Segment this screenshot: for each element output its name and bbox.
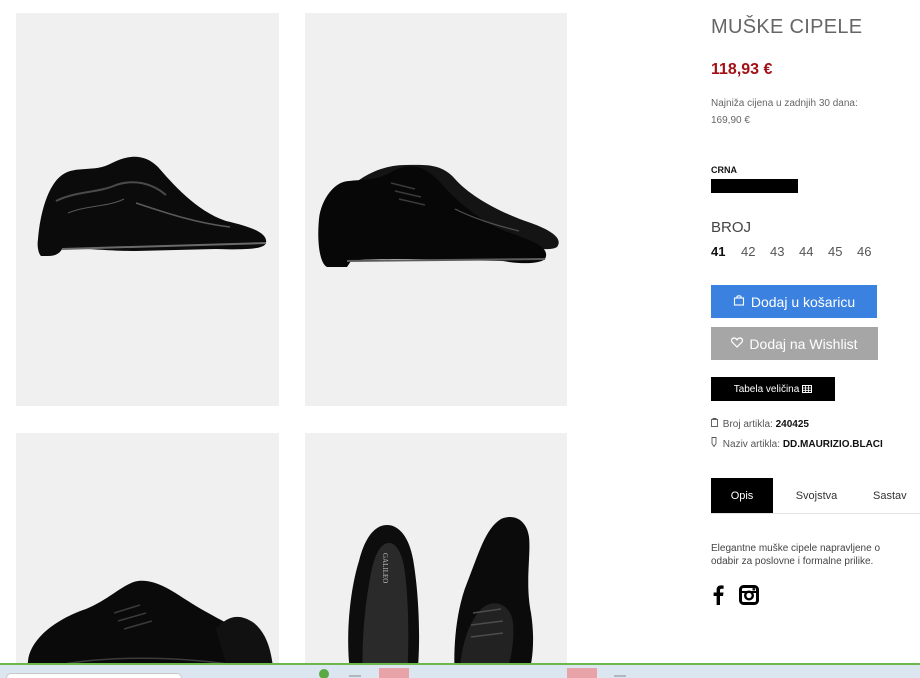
size-option-42[interactable]: 42	[741, 244, 770, 259]
label-icon	[711, 437, 720, 450]
bag-icon	[733, 294, 745, 309]
size-table-label: Tabela veličina	[733, 383, 800, 395]
product-photo-front[interactable]	[16, 433, 279, 678]
table-icon	[802, 385, 813, 393]
heart-icon	[731, 336, 744, 351]
color-name: CRNA	[711, 165, 737, 175]
size-selector: 41 42 43 44 45 46	[711, 244, 886, 259]
shoe-side-image	[37, 156, 267, 256]
size-option-45[interactable]: 45	[828, 244, 857, 259]
article-name-label: Naziv artikla:	[722, 439, 781, 450]
instagram-icon[interactable]	[739, 585, 759, 610]
lowest-price-label: Najniža cijena u zadnjih 30 dana:	[711, 98, 858, 109]
tab-sastav[interactable]: Sastav	[860, 478, 920, 513]
tab-opis[interactable]: Opis	[711, 478, 773, 513]
taskbar-window-icon-2[interactable]	[567, 668, 599, 678]
product-title: MUŠKE CIPELE	[711, 16, 863, 38]
taskbar	[0, 663, 920, 678]
product-photo-pair[interactable]	[305, 13, 567, 406]
article-name-row: Naziv artikla: DD.MAURIZIO.BLACI	[711, 437, 883, 450]
article-number-row: Broj artikla: 240425	[711, 418, 809, 430]
product-photo-top[interactable]: GALILEO	[305, 433, 567, 678]
taskbar-app-icon[interactable]	[316, 668, 332, 678]
shoe-front-image	[27, 580, 274, 678]
taskbar-window-icon[interactable]	[379, 668, 411, 678]
size-heading: BROJ	[711, 219, 752, 236]
description-line-1: Elegantne muške cipele napravljene o	[711, 543, 880, 554]
tag-icon	[711, 418, 720, 430]
description-line-2: odabir za poslovne i formalne prilike.	[711, 556, 874, 567]
article-number-value: 240425	[775, 419, 809, 430]
product-tabs: Opis Svojstva Sastav	[711, 478, 920, 514]
product-description: Elegantne muške cipele napravljene o oda…	[711, 542, 920, 568]
size-option-43[interactable]: 43	[770, 244, 799, 259]
social-links	[713, 585, 759, 610]
lowest-price-value: 169,90 €	[711, 115, 750, 126]
product-price: 118,93 €	[711, 61, 773, 78]
insole-brand-text: GALILEO	[381, 553, 389, 583]
article-name-value: DD.MAURIZIO.BLACI	[782, 439, 883, 450]
shoe-pair-image	[318, 164, 559, 267]
size-option-41[interactable]: 41	[711, 244, 741, 259]
product-photo-side[interactable]	[16, 13, 279, 406]
add-to-cart-button[interactable]: Dodaj u košaricu	[711, 285, 877, 318]
tab-svojstva[interactable]: Svojstva	[773, 478, 860, 513]
color-swatch-black[interactable]	[711, 179, 798, 193]
add-to-wishlist-button[interactable]: Dodaj na Wishlist	[711, 327, 878, 360]
taskbar-search-field[interactable]	[6, 673, 182, 678]
taskbar-grid-icon[interactable]	[347, 668, 363, 678]
taskbar-folder-icon[interactable]	[612, 668, 628, 678]
lowest-price-note: Najniža cijena u zadnjih 30 dana: 169,90…	[711, 95, 911, 129]
size-table-button[interactable]: Tabela veličina	[711, 377, 835, 401]
size-option-44[interactable]: 44	[799, 244, 828, 259]
size-option-46[interactable]: 46	[857, 244, 886, 259]
facebook-icon[interactable]	[713, 585, 724, 610]
add-to-cart-label: Dodaj u košaricu	[750, 293, 856, 310]
shoe-top-image: GALILEO	[348, 517, 534, 678]
add-to-wishlist-label: Dodaj na Wishlist	[749, 335, 858, 352]
article-number-label: Broj artikla:	[722, 419, 773, 430]
